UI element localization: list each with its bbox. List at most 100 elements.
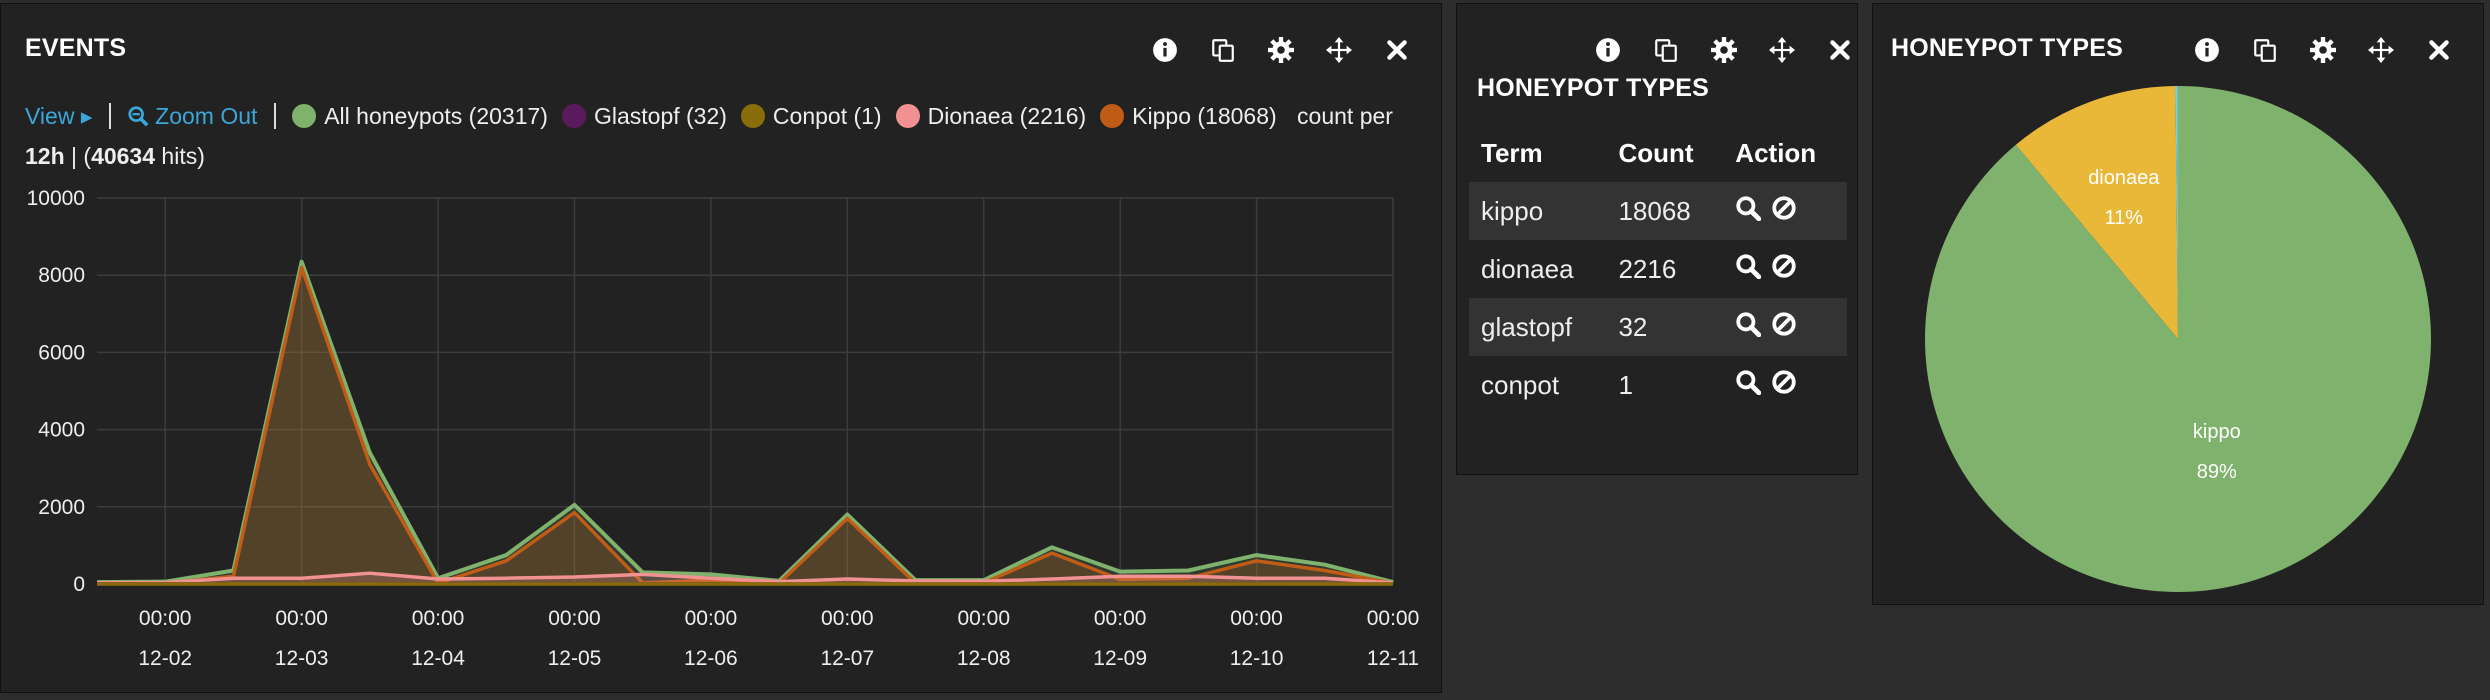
y-tick-label: 4000 — [38, 419, 85, 442]
x-tick-time: 00:00 — [139, 607, 192, 630]
zoom-out-link[interactable]: Zoom Out — [127, 103, 257, 129]
events-panel-toolbar — [1136, 34, 1426, 66]
y-tick-label: 10000 — [27, 187, 85, 210]
info-icon[interactable] — [1579, 34, 1637, 66]
events-panel-title: EVENTS — [25, 34, 127, 62]
interval-value[interactable]: 12h — [25, 143, 65, 169]
legend-item[interactable]: Glastopf (32) — [561, 103, 727, 129]
pie-panel-title: HONEYPOT TYPES — [1891, 34, 2124, 62]
action-cell — [1723, 298, 1847, 356]
close-icon[interactable] — [1368, 34, 1426, 66]
x-tick-date: 12-05 — [548, 647, 602, 670]
legend-item[interactable]: Kippo (18068) — [1100, 103, 1277, 129]
info-icon[interactable] — [2178, 34, 2236, 66]
legend-swatch — [1100, 104, 1125, 128]
legend-label: Dionaea (2216) — [927, 103, 1087, 129]
hits-count: 40634 — [91, 143, 156, 169]
pie-label: kippo — [2193, 421, 2241, 443]
x-tick-time: 00:00 — [957, 607, 1010, 630]
count-per-text: count per — [1297, 103, 1393, 129]
pie-panel-toolbar — [2178, 34, 2468, 66]
y-tick-label: 2000 — [38, 496, 85, 519]
gear-icon[interactable] — [1695, 34, 1753, 66]
move-icon[interactable] — [1753, 34, 1811, 66]
info-icon[interactable] — [1136, 34, 1194, 66]
column-header-action: Action — [1735, 137, 1817, 168]
term-cell: conpot — [1481, 369, 1560, 400]
count-cell: 2216 — [1618, 253, 1677, 284]
legend-swatch — [561, 104, 586, 128]
move-icon[interactable] — [2352, 34, 2410, 66]
y-tick-label: 0 — [73, 573, 85, 596]
ban-icon[interactable] — [1771, 369, 1797, 395]
action-cell — [1723, 182, 1847, 240]
ban-icon[interactable] — [1771, 253, 1797, 279]
y-tick-label: 6000 — [38, 341, 85, 364]
legend-swatch — [292, 104, 317, 128]
zoom-out-icon — [128, 106, 149, 127]
x-tick-time: 00:00 — [1230, 607, 1283, 630]
zoom-out-label: Zoom Out — [155, 103, 258, 129]
view-label: View — [25, 103, 75, 129]
x-tick-time: 00:00 — [412, 607, 465, 630]
x-tick-date: 12-08 — [957, 647, 1011, 670]
terms-table: Term Count Action kippo 18068 dionaea 2216 g… — [1469, 124, 1847, 414]
search-icon[interactable] — [1735, 369, 1762, 395]
caret-right-icon: ▸ — [80, 103, 93, 129]
honeypot-types-table-panel: HONEYPOT TYPES Term Count Action kippo 18… — [1456, 3, 1858, 475]
duplicate-icon[interactable] — [1194, 34, 1252, 66]
separator — [273, 103, 276, 129]
duplicate-icon[interactable] — [1637, 34, 1695, 66]
search-icon[interactable] — [1735, 195, 1762, 221]
table-panel-title: HONEYPOT TYPES — [1477, 74, 1710, 102]
table-row: conpot 1 — [1469, 356, 1847, 414]
hits-open: | ( — [64, 143, 92, 169]
term-cell: glastopf — [1469, 298, 1607, 356]
count-cell: 1 — [1618, 369, 1633, 400]
events-legend: View ▸ Zoom Out All honeypots (20317) Gla… — [25, 96, 1425, 176]
events-panel: EVENTS View ▸ Zoom Out All honeypots (20… — [0, 3, 1442, 693]
x-tick-time: 00:00 — [548, 607, 601, 630]
x-tick-date: 12-06 — [684, 647, 738, 670]
pie-percent: 89% — [2197, 461, 2237, 483]
action-cell — [1723, 240, 1847, 298]
table-header-row: Term Count Action — [1469, 124, 1847, 182]
x-tick-date: 12-04 — [411, 647, 465, 670]
ban-icon[interactable] — [1771, 311, 1797, 337]
legend-label: Glastopf (32) — [593, 103, 727, 129]
x-tick-time: 00:00 — [275, 607, 328, 630]
legend-label: Conpot (1) — [772, 103, 882, 129]
table-panel-toolbar — [1579, 34, 1869, 66]
column-header-count[interactable]: Count — [1606, 124, 1723, 182]
pie-label: dionaea — [2088, 167, 2160, 189]
separator — [108, 103, 111, 129]
events-chart[interactable]: 10000 8000 6000 4000 2000 0 00:00 12-02 00:00 12-… — [1, 174, 1421, 674]
count-cell: 32 — [1606, 298, 1724, 356]
legend-item[interactable]: All honeypots (20317) — [292, 103, 548, 129]
view-menu-link[interactable]: View ▸ — [25, 103, 92, 129]
search-icon[interactable] — [1735, 311, 1762, 337]
table-row: dionaea 2216 — [1469, 240, 1847, 298]
duplicate-icon[interactable] — [2236, 34, 2294, 66]
legend-item[interactable]: Dionaea (2216) — [895, 103, 1087, 129]
x-tick-date: 12-11 — [1367, 647, 1419, 670]
table-row: kippo 18068 — [1469, 182, 1847, 240]
x-tick-date: 12-10 — [1230, 647, 1284, 670]
gear-icon[interactable] — [2294, 34, 2352, 66]
ban-icon[interactable] — [1771, 195, 1797, 221]
legend-label: All honeypots (20317) — [324, 103, 548, 129]
gear-icon[interactable] — [1252, 34, 1310, 66]
legend-label: Kippo (18068) — [1132, 103, 1277, 129]
x-tick-time: 00:00 — [1094, 607, 1147, 630]
legend-item[interactable]: Conpot (1) — [740, 103, 882, 129]
honeypot-types-pie-chart[interactable]: kippo 89% dionaea 11% — [1873, 64, 2483, 604]
search-icon[interactable] — [1735, 253, 1762, 279]
x-tick-time: 00:00 — [1367, 607, 1420, 630]
column-header-term[interactable]: Term — [1469, 124, 1606, 182]
x-tick-date: 12-02 — [138, 647, 192, 670]
close-icon[interactable] — [2410, 34, 2468, 66]
x-tick-date: 12-03 — [275, 647, 329, 670]
close-icon[interactable] — [1811, 34, 1869, 66]
move-icon[interactable] — [1310, 34, 1368, 66]
x-tick-date: 12-09 — [1093, 647, 1147, 670]
